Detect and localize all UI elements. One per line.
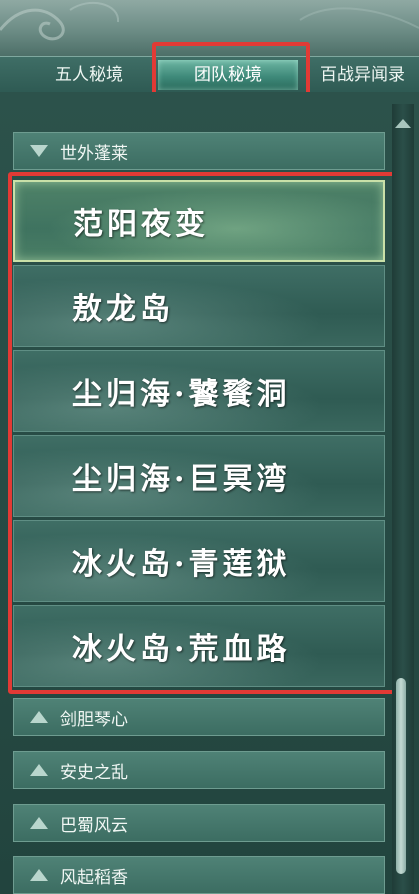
triangle-up-icon <box>30 817 48 829</box>
dungeon-entry[interactable]: 尘归海·饕餮洞 <box>13 350 385 432</box>
group-header-collapsed[interactable]: 巴蜀风云 <box>13 804 385 842</box>
entry-label: 尘归海·巨冥湾 <box>72 462 291 497</box>
entry-label: 冰火岛·荒血路 <box>72 632 291 667</box>
tab-team-dungeon[interactable]: 团队秘境 <box>158 60 298 90</box>
group-label: 剑胆琴心 <box>60 709 128 730</box>
group-header-collapsed[interactable]: 风起稻香 <box>13 856 385 894</box>
header-artwork <box>0 0 419 56</box>
group-label: 世外蓬莱 <box>60 143 128 164</box>
dungeon-entry[interactable]: 冰火岛·荒血路 <box>13 605 385 687</box>
tab-bar: 五人秘境 团队秘境 百战异闻录 <box>0 56 419 94</box>
group-header-expanded[interactable]: 世外蓬莱 <box>13 132 385 170</box>
triangle-up-icon <box>30 869 48 881</box>
tab-five-person[interactable]: 五人秘境 <box>30 60 148 90</box>
entry-label: 敖龙岛 <box>72 292 174 327</box>
dungeon-entry[interactable]: 冰火岛·青莲狱 <box>13 520 385 602</box>
triangle-up-icon <box>30 764 48 776</box>
triangle-down-icon <box>30 145 48 157</box>
triangle-up-icon <box>30 711 48 723</box>
group-label: 风起稻香 <box>60 867 128 888</box>
tab-hundred-battles[interactable]: 百战异闻录 <box>306 60 419 90</box>
group-label: 巴蜀风云 <box>60 815 128 836</box>
group-header-collapsed[interactable]: 剑胆琴心 <box>13 698 385 736</box>
dungeon-entry[interactable]: 敖龙岛 <box>13 265 385 347</box>
entry-label: 范阳夜变 <box>73 207 209 242</box>
scroll-up-button[interactable] <box>392 112 414 134</box>
group-label: 安史之乱 <box>60 762 128 783</box>
entry-label: 冰火岛·青莲狱 <box>72 547 291 582</box>
dungeon-entry-selected[interactable]: 范阳夜变 <box>13 180 385 262</box>
scrollbar-thumb[interactable] <box>396 678 406 874</box>
arrow-up-icon <box>395 118 411 128</box>
dungeon-entry[interactable]: 尘归海·巨冥湾 <box>13 435 385 517</box>
entry-label: 尘归海·饕餮洞 <box>72 377 291 412</box>
group-header-collapsed[interactable]: 安史之乱 <box>13 751 385 789</box>
